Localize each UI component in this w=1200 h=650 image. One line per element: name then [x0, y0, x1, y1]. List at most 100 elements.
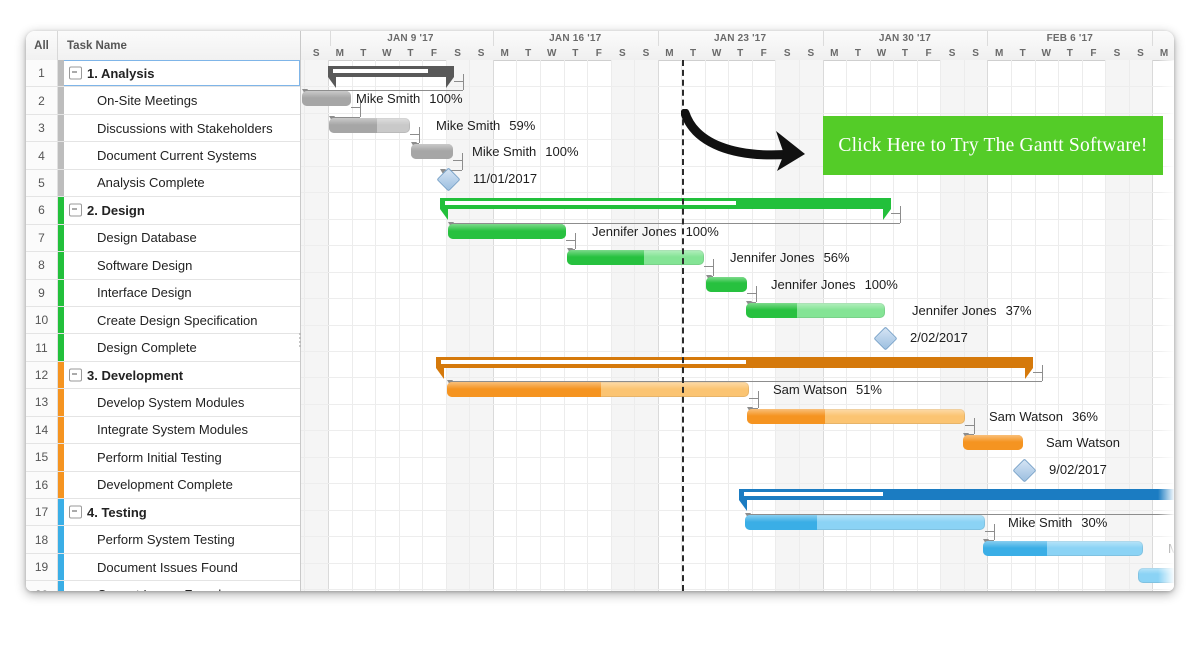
bar-label-percent: 51% — [856, 382, 882, 397]
timeline-day-label: S — [446, 46, 470, 60]
bar-label-resource: 11/01/2017 — [473, 171, 537, 186]
timeline-day-label: M — [493, 46, 517, 60]
bar-label-resource: Mik — [1168, 541, 1174, 556]
summary-bar[interactable] — [436, 357, 1033, 368]
dependency-link — [463, 74, 464, 90]
grid-body: 11. Analysis2On-Site Meetings3Discussion… — [26, 60, 300, 591]
task-bar[interactable] — [329, 118, 410, 133]
summary-bar[interactable] — [440, 198, 891, 209]
dependency-link — [994, 524, 995, 540]
bar-label: Sam Watson36% — [989, 409, 1098, 424]
task-row[interactable]: 11Design Complete — [26, 334, 300, 361]
summary-bar-right-cap — [883, 209, 891, 220]
cta-banner-button[interactable]: Click Here to Try The Gantt Software! — [823, 116, 1163, 175]
task-row[interactable]: 18 Perform System Testing — [26, 526, 300, 553]
task-row[interactable]: 20Correct Issues Found — [26, 581, 300, 591]
chart-row-separator — [301, 510, 1174, 511]
timeline-day-label: T — [1058, 46, 1082, 60]
task-bar-highlight — [983, 541, 1143, 548]
task-row[interactable]: 9 Interface Design — [26, 280, 300, 307]
timeline-day-label: T — [1011, 46, 1035, 60]
task-row[interactable]: 4Document Current Systems — [26, 142, 300, 169]
task-row[interactable]: 2On-Site Meetings — [26, 87, 300, 114]
task-row-number: 12 — [26, 362, 58, 388]
task-row-number: 11 — [26, 334, 58, 360]
task-row-number: 18 — [26, 526, 58, 552]
column-header-all[interactable]: All — [26, 31, 58, 60]
task-row[interactable]: 15Perform Initial Testing — [26, 444, 300, 471]
bar-label-percent: 59% — [509, 118, 535, 133]
bar-label-resource: Mike Smith — [356, 91, 420, 106]
timeline-day-label: T — [399, 46, 423, 60]
summary-bar-left-cap — [440, 209, 448, 220]
task-row[interactable]: 12 3. Development — [26, 362, 300, 389]
bar-label-resource: Sam Watson — [1046, 435, 1120, 450]
task-bar-highlight — [745, 515, 985, 522]
task-bar-highlight — [746, 303, 885, 310]
chart-row-separator — [301, 245, 1174, 246]
bar-label-resource: Sam Watson — [773, 382, 847, 397]
summary-bar[interactable] — [739, 489, 1174, 500]
milestone-diamond[interactable] — [1012, 458, 1036, 482]
task-bar[interactable] — [983, 541, 1143, 556]
task-bar[interactable] — [448, 224, 566, 239]
task-row[interactable]: 16Development Complete — [26, 472, 300, 499]
task-name-label: Create Design Specification — [67, 307, 296, 333]
task-color-strip — [58, 417, 64, 443]
task-bar[interactable] — [411, 144, 453, 159]
dependency-link — [575, 233, 576, 249]
task-name-label: 3. Development — [67, 362, 296, 388]
task-row[interactable]: 5Analysis Complete — [26, 170, 300, 197]
task-bar[interactable] — [746, 303, 885, 318]
task-bar[interactable] — [747, 409, 965, 424]
timeline-day-label: T — [564, 46, 588, 60]
task-grid-pane: All Task Name 11. Analysis2On-Site Meeti… — [26, 31, 301, 591]
task-row[interactable]: 174. Testing — [26, 499, 300, 526]
task-row[interactable]: 14Integrate System Modules — [26, 417, 300, 444]
task-color-strip — [58, 225, 64, 251]
bar-label: Mike Smith59% — [436, 118, 535, 133]
timeline-day-label: T — [352, 46, 376, 60]
task-row[interactable]: 8Software Design — [26, 252, 300, 279]
task-name-label: Development Complete — [67, 472, 296, 498]
task-bar[interactable] — [963, 435, 1023, 450]
task-row[interactable]: 7Design Database — [26, 225, 300, 252]
chart-row-separator — [301, 298, 1174, 299]
timeline-day-label: T — [728, 46, 752, 60]
timeline-day-label: T — [681, 46, 705, 60]
summary-bar-progress — [441, 360, 746, 364]
task-name-label: Document Issues Found — [67, 554, 296, 580]
task-bar[interactable] — [447, 382, 749, 397]
task-row-number: 20 — [26, 581, 58, 591]
task-row[interactable]: 3Discussions with Stakeholders — [26, 115, 300, 142]
task-bar[interactable] — [706, 277, 747, 292]
task-row[interactable]: 10Create Design Specification — [26, 307, 300, 334]
task-color-strip — [58, 581, 64, 591]
timeline-day-label: S — [799, 46, 823, 60]
column-header-task-name[interactable]: Task Name — [58, 31, 300, 60]
task-row[interactable]: 13Develop System Modules — [26, 389, 300, 416]
task-row-number: 17 — [26, 499, 58, 525]
timeline-week-label: JAN 9 '17 — [328, 31, 494, 46]
task-name-label: Perform System Testing — [67, 526, 296, 552]
dependency-link — [1042, 365, 1043, 381]
task-name-label: Interface Design — [67, 280, 296, 306]
task-row[interactable]: 11. Analysis — [26, 60, 300, 87]
pane-splitter[interactable] — [297, 331, 302, 353]
timeline-day-label: S — [304, 46, 328, 60]
task-bar[interactable] — [1138, 568, 1174, 583]
summary-bar[interactable] — [328, 66, 454, 77]
task-bar-highlight — [1138, 568, 1174, 575]
task-row[interactable]: 19Document Issues Found — [26, 554, 300, 581]
dependency-link — [749, 398, 758, 399]
task-color-strip — [58, 142, 64, 168]
task-bar[interactable] — [745, 515, 985, 530]
task-row-number: 9 — [26, 280, 58, 306]
task-name-label: Perform Initial Testing — [67, 444, 296, 470]
task-bar[interactable] — [302, 91, 351, 106]
timeline-day-label: M — [987, 46, 1011, 60]
task-row-number: 7 — [26, 225, 58, 251]
task-row[interactable]: 62. Design — [26, 197, 300, 224]
task-color-strip — [58, 472, 64, 498]
dependency-link — [453, 160, 462, 161]
